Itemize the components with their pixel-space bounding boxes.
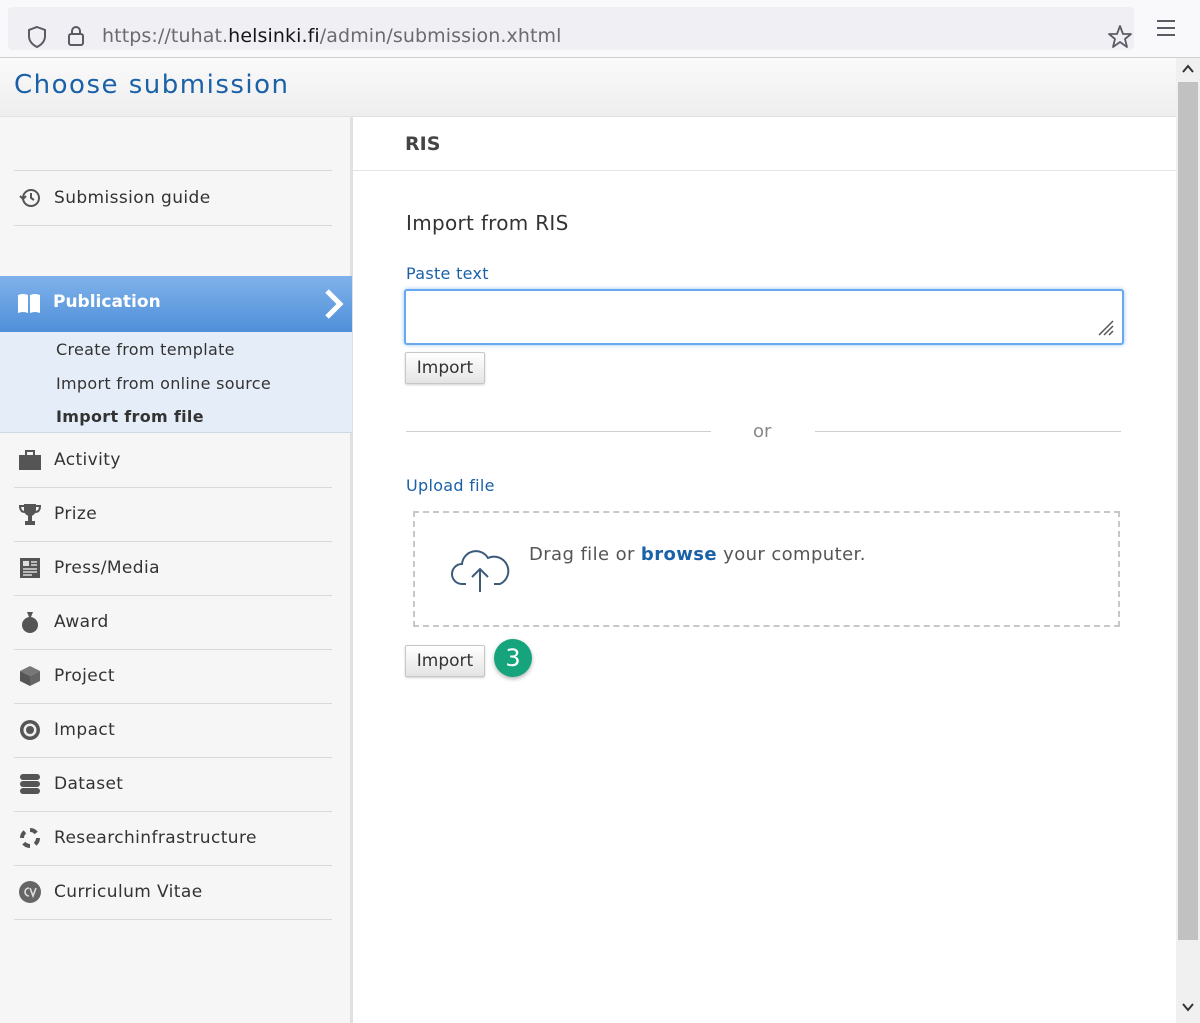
sidebar-item-dataset[interactable]: Dataset bbox=[14, 757, 332, 812]
divider bbox=[353, 170, 1176, 171]
paste-text-area[interactable] bbox=[404, 289, 1124, 345]
sidebar-item-label: Publication bbox=[53, 292, 161, 312]
submenu-create-from-template[interactable]: Create from template bbox=[56, 340, 235, 359]
sidebar-item-prize[interactable]: Prize bbox=[14, 487, 332, 542]
sidebar-item-press-media[interactable]: Press/Media bbox=[14, 541, 332, 596]
file-drop-zone[interactable]: Drag file or browse your computer. bbox=[413, 511, 1120, 627]
sidebar-item-label: Activity bbox=[54, 450, 121, 470]
or-separator: or bbox=[753, 421, 772, 442]
sidebar-item-label: Prize bbox=[54, 504, 98, 524]
briefcase-icon bbox=[16, 446, 44, 474]
target-icon bbox=[16, 716, 44, 744]
chevron-right-icon bbox=[325, 289, 344, 319]
newspaper-icon bbox=[16, 554, 44, 582]
cv-icon bbox=[16, 878, 44, 906]
sidebar-item-activity[interactable]: Activity bbox=[14, 433, 332, 488]
sidebar: Submission guide Publication Create from… bbox=[0, 117, 353, 1023]
sidebar-item-label: Award bbox=[54, 612, 109, 632]
main-content: RIS Import from RIS Paste text Import or… bbox=[353, 117, 1176, 1023]
lifebuoy-icon bbox=[16, 824, 44, 852]
divider bbox=[815, 431, 1121, 432]
sidebar-item-label: Project bbox=[54, 666, 115, 686]
shield-icon[interactable] bbox=[26, 25, 48, 49]
sidebar-item-label: Dataset bbox=[54, 774, 124, 794]
sidebar-item-researchinfrastructure[interactable]: Researchinfrastructure bbox=[14, 811, 332, 866]
sidebar-item-label: Submission guide bbox=[54, 188, 211, 208]
drop-instructions: Drag file or browse your computer. bbox=[529, 544, 866, 565]
scroll-up-arrow-icon[interactable] bbox=[1181, 62, 1195, 76]
url-text[interactable]: https://tuhat.helsinki.fi/admin/submissi… bbox=[102, 25, 562, 47]
page-header: Choose submission bbox=[0, 58, 1176, 117]
book-icon bbox=[18, 294, 40, 313]
sidebar-item-impact[interactable]: Impact bbox=[14, 703, 332, 758]
scroll-down-arrow-icon[interactable] bbox=[1181, 1000, 1195, 1014]
sidebar-item-award[interactable]: Award bbox=[14, 595, 332, 650]
import-file-button[interactable]: Import bbox=[405, 645, 485, 677]
history-icon bbox=[16, 184, 44, 212]
sidebar-item-publication[interactable]: Publication bbox=[0, 276, 352, 332]
submenu-import-from-file[interactable]: Import from file bbox=[56, 407, 204, 426]
page-title: Choose submission bbox=[14, 70, 290, 100]
paste-text-label: Paste text bbox=[406, 264, 489, 283]
trophy-icon bbox=[16, 500, 44, 528]
scrollbar-thumb[interactable] bbox=[1178, 82, 1198, 940]
publication-submenu: Create from template Import from online … bbox=[0, 332, 352, 433]
upload-file-label: Upload file bbox=[406, 476, 495, 495]
submenu-import-online-source[interactable]: Import from online source bbox=[56, 374, 271, 393]
database-icon bbox=[16, 770, 44, 798]
browse-link[interactable]: browse bbox=[641, 544, 717, 565]
divider bbox=[406, 431, 711, 432]
address-bar[interactable]: https://tuhat.helsinki.fi/admin/submissi… bbox=[8, 7, 1134, 50]
step-badge: 3 bbox=[494, 639, 532, 677]
sidebar-item-submission-guide[interactable]: Submission guide bbox=[14, 171, 332, 226]
hamburger-menu-icon[interactable] bbox=[1155, 18, 1177, 38]
money-bag-icon bbox=[16, 608, 44, 636]
sidebar-item-label: Researchinfrastructure bbox=[54, 828, 257, 848]
sidebar-item-label: Press/Media bbox=[54, 558, 160, 578]
sidebar-item-label: Impact bbox=[54, 720, 116, 740]
lock-icon[interactable] bbox=[66, 24, 86, 48]
vertical-scrollbar[interactable] bbox=[1176, 58, 1200, 1023]
section-header: RIS bbox=[405, 133, 441, 155]
import-title: Import from RIS bbox=[406, 211, 569, 235]
cloud-upload-icon bbox=[451, 550, 510, 592]
sidebar-item-curriculum-vitae[interactable]: Curriculum Vitae bbox=[14, 865, 332, 920]
browser-toolbar: https://tuhat.helsinki.fi/admin/submissi… bbox=[0, 0, 1200, 58]
sidebar-item-label: Curriculum Vitae bbox=[54, 882, 203, 902]
import-text-button[interactable]: Import bbox=[405, 352, 485, 384]
resize-handle-icon[interactable] bbox=[1095, 317, 1115, 337]
cube-icon bbox=[16, 662, 44, 690]
sidebar-item-project[interactable]: Project bbox=[14, 649, 332, 704]
bookmark-star-icon[interactable] bbox=[1107, 24, 1133, 50]
